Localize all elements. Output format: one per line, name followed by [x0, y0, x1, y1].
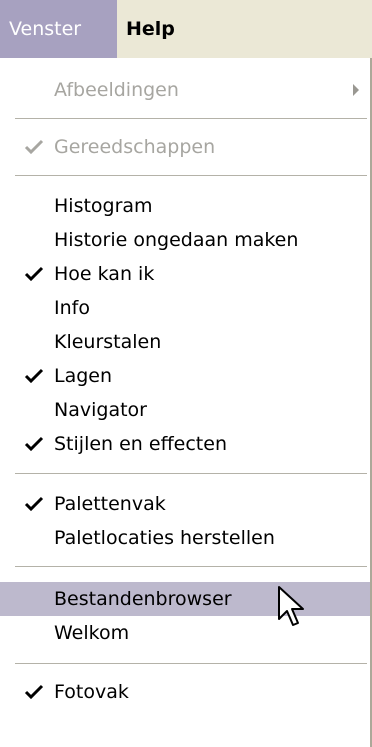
- menubar-help[interactable]: Help: [117, 0, 187, 58]
- menu-item-label: Paletlocaties herstellen: [54, 527, 275, 549]
- menu-item-label: Welkom: [54, 622, 130, 644]
- menu-item-label: Gereedschappen: [54, 136, 216, 158]
- menu-item-palettenvak[interactable]: Palettenvak: [0, 487, 370, 521]
- menu-item-label: Kleurstalen: [54, 331, 162, 353]
- menu-separator: [15, 473, 367, 474]
- checkmark-icon: [24, 684, 44, 700]
- menubar-venster[interactable]: Venster: [0, 0, 117, 58]
- menu-item-hoe-kan-ik[interactable]: Hoe kan ik: [0, 257, 370, 291]
- venster-dropdown-menu: Afbeeldingen Gereedschappen Histogram Hi…: [0, 58, 372, 747]
- menu-item-label: Hoe kan ik: [54, 263, 155, 285]
- menu-item-label: Historie ongedaan maken: [54, 229, 299, 251]
- checkmark-icon: [24, 266, 44, 282]
- menu-item-historie-ongedaan-maken[interactable]: Historie ongedaan maken: [0, 223, 370, 257]
- menu-item-paletlocaties-herstellen[interactable]: Paletlocaties herstellen: [0, 521, 370, 555]
- menu-item-welkom[interactable]: Welkom: [0, 616, 370, 650]
- mouse-pointer-icon: [278, 586, 304, 626]
- menu-item-stijlen-en-effecten[interactable]: Stijlen en effecten: [0, 427, 370, 461]
- menu-item-afbeeldingen: Afbeeldingen: [0, 73, 370, 107]
- menu-separator: [15, 118, 367, 119]
- menu-item-lagen[interactable]: Lagen: [0, 359, 370, 393]
- menu-item-label: Histogram: [54, 195, 153, 217]
- menu-item-bestandenbrowser[interactable]: Bestandenbrowser: [0, 582, 370, 616]
- menu-item-label: Palettenvak: [54, 493, 166, 515]
- menu-item-label: Navigator: [54, 399, 147, 421]
- menu-item-fotovak[interactable]: Fotovak: [0, 675, 370, 709]
- submenu-arrow-icon: [353, 84, 359, 96]
- menu-item-kleurstalen[interactable]: Kleurstalen: [0, 325, 370, 359]
- menu-item-label: Bestandenbrowser: [54, 588, 232, 610]
- menu-separator: [15, 175, 367, 176]
- menu-item-histogram[interactable]: Histogram: [0, 189, 370, 223]
- menu-item-navigator[interactable]: Navigator: [0, 393, 370, 427]
- menu-separator: [15, 566, 367, 567]
- menu-item-label: Stijlen en effecten: [54, 433, 227, 455]
- checkmark-icon: [24, 436, 44, 452]
- menu-item-gereedschappen: Gereedschappen: [0, 130, 370, 164]
- checkmark-icon: [24, 368, 44, 384]
- menu-item-label: Lagen: [54, 365, 113, 387]
- menu-item-label: Afbeeldingen: [54, 79, 179, 101]
- menu-item-label: Fotovak: [54, 681, 129, 703]
- menu-bar: Venster Help: [0, 0, 372, 58]
- checkmark-icon: [24, 139, 44, 155]
- menu-item-label: Info: [54, 297, 90, 319]
- menu-item-info[interactable]: Info: [0, 291, 370, 325]
- checkmark-icon: [24, 496, 44, 512]
- menu-separator: [15, 663, 367, 664]
